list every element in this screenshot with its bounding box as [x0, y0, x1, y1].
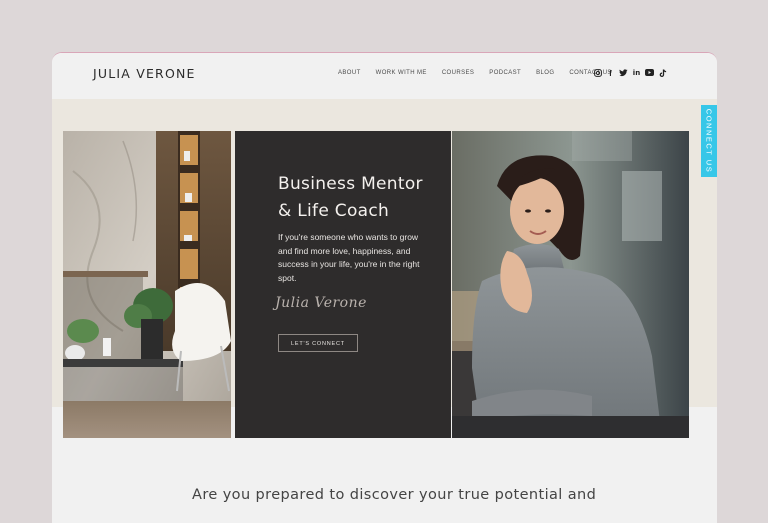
browser-page: JULIA VERONE ABOUT WORK WITH ME COURSES …: [52, 52, 717, 523]
nav-work-with-me[interactable]: WORK WITH ME: [376, 70, 427, 76]
hero-heading-line1: Business Mentor: [278, 174, 423, 194]
hero-heading: Business Mentor & Life Coach: [278, 171, 438, 225]
instagram-icon[interactable]: [593, 69, 602, 78]
nav-blog[interactable]: BLOG: [536, 70, 554, 76]
site-header: JULIA VERONE ABOUT WORK WITH ME COURSES …: [52, 53, 717, 99]
tiktok-icon[interactable]: [658, 69, 667, 78]
hero-description: If you're someone who wants to grow and …: [278, 232, 420, 283]
nav-courses[interactable]: COURSES: [442, 70, 474, 76]
main-nav: ABOUT WORK WITH ME COURSES PODCAST BLOG …: [338, 70, 627, 76]
facebook-icon[interactable]: f: [606, 69, 615, 78]
hero-text-panel: Business Mentor & Life Coach If you're s…: [235, 131, 451, 438]
hero-heading-line2: & Life Coach: [278, 201, 390, 221]
youtube-icon[interactable]: [645, 69, 654, 78]
intro-heading: Are you prepared to discover your true p…: [192, 487, 597, 503]
interior-photo: [63, 131, 231, 438]
signature: Julia Verone: [275, 295, 367, 311]
site-logo[interactable]: JULIA VERONE: [93, 66, 196, 81]
portrait-photo: [452, 131, 689, 438]
linkedin-icon[interactable]: in: [632, 69, 641, 78]
nav-about[interactable]: ABOUT: [338, 70, 361, 76]
nav-podcast[interactable]: PODCAST: [489, 70, 521, 76]
connect-us-label: CONNECT US: [704, 108, 714, 174]
lets-connect-button[interactable]: LET'S CONNECT: [278, 334, 358, 352]
connect-us-tab[interactable]: CONNECT US: [701, 105, 717, 177]
social-links: f in: [593, 69, 667, 78]
twitter-icon[interactable]: [619, 69, 628, 78]
